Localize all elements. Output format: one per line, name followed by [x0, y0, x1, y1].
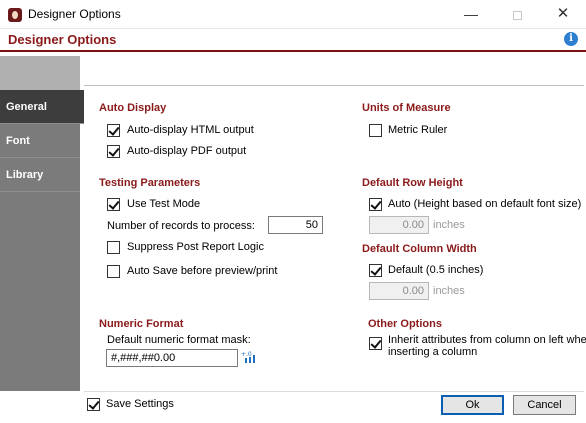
- inherit-attributes-checkbox[interactable]: [369, 337, 382, 350]
- window-title: Designer Options: [28, 7, 121, 21]
- suppress-post-logic-checkbox[interactable]: [107, 241, 120, 254]
- suppress-post-logic-label[interactable]: Suppress Post Report Logic: [127, 241, 264, 253]
- maximize-icon: [512, 10, 522, 20]
- inherit-attributes-label-line1[interactable]: Inherit attributes from column on left w…: [388, 334, 586, 346]
- column-width-title: Default Column Width: [362, 243, 477, 255]
- auto-display-title: Auto Display: [99, 102, 167, 114]
- sidebar-spacer: [0, 56, 80, 90]
- row-height-title: Default Row Height: [362, 177, 463, 189]
- format-mask-builder-icon[interactable]: +.0: [241, 350, 257, 364]
- tab-general[interactable]: General: [0, 90, 84, 124]
- row-height-auto-checkbox[interactable]: [369, 198, 382, 211]
- numeric-format-title: Numeric Format: [99, 318, 184, 330]
- svg-text:+.0: +.0: [241, 351, 252, 358]
- column-width-default-label[interactable]: Default (0.5 inches): [388, 264, 483, 276]
- row-height-input[interactable]: 0.00: [369, 216, 429, 234]
- tab-library[interactable]: Library: [0, 158, 80, 192]
- sidebar: General Font Library: [0, 56, 84, 391]
- auto-display-pdf-label[interactable]: Auto-display PDF output: [127, 145, 246, 157]
- auto-save-label[interactable]: Auto Save before preview/print: [127, 265, 277, 277]
- designer-app-icon: [8, 8, 22, 22]
- divider: [84, 85, 584, 86]
- row-height-auto-label[interactable]: Auto (Height based on default font size): [388, 198, 581, 210]
- cancel-button[interactable]: Cancel: [513, 395, 576, 415]
- info-icon[interactable]: i: [564, 32, 578, 46]
- units-title: Units of Measure: [362, 102, 451, 114]
- ok-button[interactable]: Ok: [441, 395, 504, 415]
- dialog-header: Designer Options i: [0, 29, 586, 52]
- tab-font[interactable]: Font: [0, 124, 80, 158]
- column-width-unit: inches: [433, 285, 465, 297]
- auto-save-checkbox[interactable]: [107, 265, 120, 278]
- metric-ruler-label[interactable]: Metric Ruler: [388, 124, 447, 136]
- numeric-mask-label: Default numeric format mask:: [107, 334, 251, 346]
- auto-display-pdf-checkbox[interactable]: [107, 145, 120, 158]
- save-settings-label[interactable]: Save Settings: [106, 398, 174, 410]
- testing-parameters-title: Testing Parameters: [99, 177, 201, 189]
- close-button[interactable]: ✕: [540, 0, 586, 29]
- records-input[interactable]: 50: [268, 216, 323, 234]
- auto-display-html-label[interactable]: Auto-display HTML output: [127, 124, 254, 136]
- inherit-attributes-label-line2[interactable]: inserting a column: [388, 346, 477, 358]
- maximize-button[interactable]: [494, 0, 540, 29]
- test-mode-checkbox[interactable]: [107, 198, 120, 211]
- test-mode-label[interactable]: Use Test Mode: [127, 198, 200, 210]
- save-settings-checkbox[interactable]: [87, 398, 100, 411]
- records-label: Number of records to process:: [107, 220, 255, 232]
- page-title: Designer Options: [8, 32, 117, 47]
- auto-display-html-checkbox[interactable]: [107, 124, 120, 137]
- metric-ruler-checkbox[interactable]: [369, 124, 382, 137]
- minimize-button[interactable]: —: [448, 0, 494, 29]
- title-bar: Designer Options — ✕: [0, 0, 586, 29]
- other-options-title: Other Options: [368, 318, 442, 330]
- column-width-input[interactable]: 0.00: [369, 282, 429, 300]
- numeric-mask-input[interactable]: #,###,##0.00: [106, 349, 238, 367]
- column-width-default-checkbox[interactable]: [369, 264, 382, 277]
- row-height-unit: inches: [433, 219, 465, 231]
